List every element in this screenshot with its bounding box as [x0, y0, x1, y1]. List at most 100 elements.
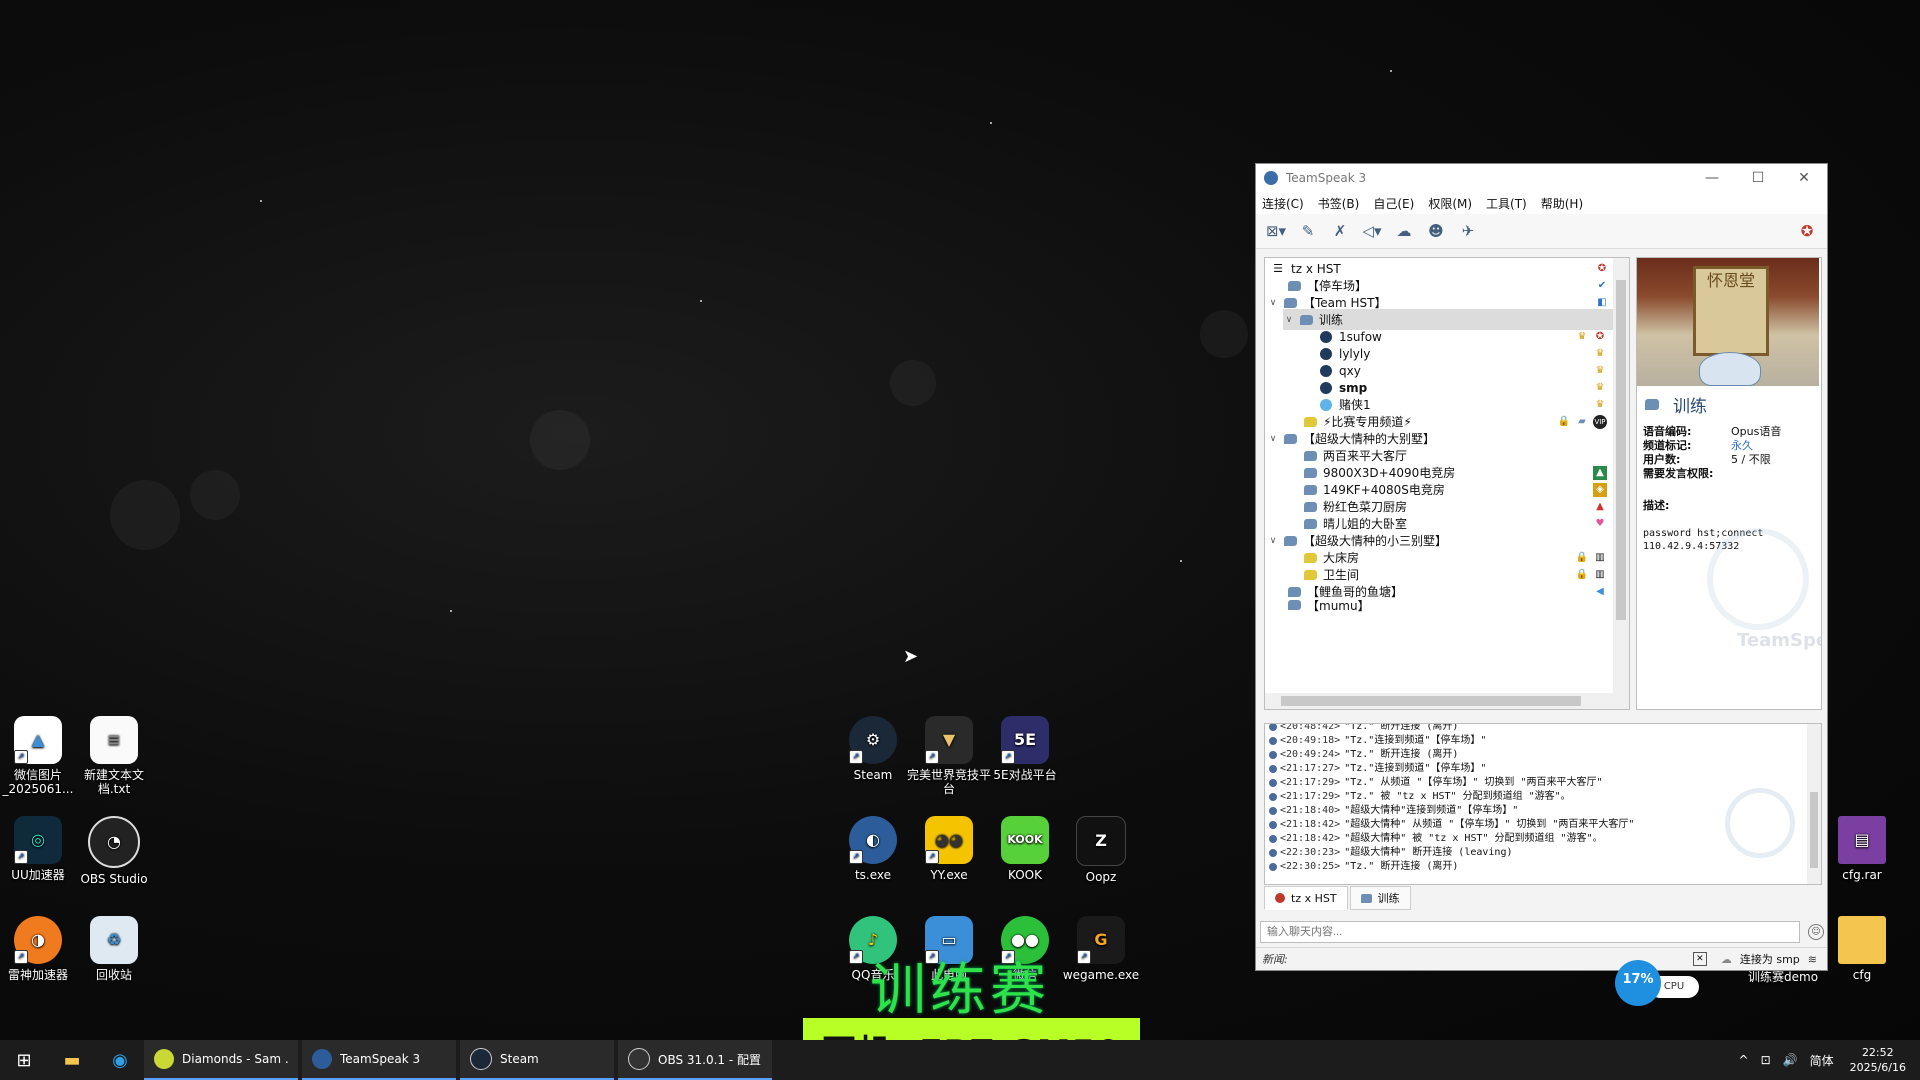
away-icon[interactable]: ☁ — [1392, 220, 1416, 242]
desktop-icon-label: 回收站 — [95, 968, 132, 982]
expand-arrow-icon[interactable]: ∨ — [1267, 298, 1279, 308]
scroll-thumb[interactable] — [1281, 696, 1581, 706]
teamspeak-watermark-icon — [1707, 528, 1809, 630]
edge-icon[interactable]: ◉ — [96, 1040, 144, 1080]
tab-server-chat[interactable]: tz x HST — [1264, 886, 1348, 910]
tree-row-channel[interactable]: 【mumu】 — [1283, 598, 1611, 612]
close-button[interactable]: ✕ — [1781, 170, 1827, 186]
channel-badge-icon: ▥ — [1595, 552, 1605, 563]
tab-channel-chat[interactable]: 训练 — [1349, 886, 1411, 910]
server-icon[interactable]: ✪ — [1795, 220, 1819, 242]
emoji-icon[interactable]: ☺ — [1808, 924, 1824, 940]
maximize-button[interactable]: ☐ — [1735, 170, 1781, 186]
network-icon[interactable]: ⊡ — [1761, 1053, 1771, 1067]
obs-icon — [628, 1048, 650, 1070]
prop-value: 5 / 不限 — [1731, 453, 1771, 466]
menu-bar: 连接(C) 书签(B) 自己(E) 权限(M) 工具(T) 帮助(H) — [1256, 192, 1827, 214]
title-bar[interactable]: TeamSpeak 3 — ☐ ✕ — [1256, 164, 1827, 192]
user-icon — [1319, 347, 1333, 360]
tray-overflow-chevron-icon[interactable]: ^ — [1739, 1053, 1749, 1067]
file-explorer-icon[interactable]: ▬ — [48, 1040, 96, 1080]
steam-icon: ⚙ ↗ — [849, 716, 897, 764]
menu-tools[interactable]: 工具(T) — [1486, 195, 1527, 212]
cloud-icon: ☁ — [1720, 952, 1732, 966]
crown-icon: ♛ — [1595, 399, 1605, 410]
connection-signal-icon[interactable]: ≋ — [1808, 953, 1817, 966]
expand-arrow-icon[interactable]: ∨ — [1267, 434, 1279, 444]
mute-speaker-icon[interactable]: ◁▾ — [1360, 220, 1384, 242]
contacts-icon[interactable]: ☻ — [1424, 220, 1448, 242]
vase-shape — [1699, 352, 1761, 386]
ime-indicator[interactable]: 简体 — [1810, 1052, 1834, 1069]
menu-help[interactable]: 帮助(H) — [1541, 195, 1583, 212]
rar-icon: ▤ — [1838, 816, 1886, 864]
taskbar-clock[interactable]: 22:52 2025/6/16 — [1850, 1045, 1906, 1075]
info-icon — [1269, 793, 1277, 801]
clock-time: 22:52 — [1861, 1046, 1894, 1059]
cpu-widget[interactable]: CPU 17% — [1615, 960, 1705, 1006]
bokeh — [530, 410, 590, 470]
folder-icon — [1838, 916, 1886, 964]
taskbar-app-teamspeak[interactable]: TeamSpeak 3 — [302, 1040, 456, 1080]
tree-label: smp — [1339, 380, 1368, 395]
desktop-icon-obs[interactable]: ◔ OBS Studio — [68, 816, 160, 886]
desktop-icon-label: wegame.exe — [1062, 968, 1140, 982]
info-icon — [1269, 807, 1277, 815]
desktop-icon-label: 雷神加速器 — [7, 968, 68, 982]
log-row: <21:17:27> "Tz."连接到频道"【停车场】" — [1265, 762, 1821, 776]
menu-self[interactable]: 自己(E) — [1373, 195, 1414, 212]
channel-icon — [1303, 467, 1317, 479]
cpu-percent: 17% — [1615, 960, 1661, 1006]
taskbar-app-music[interactable]: Diamonds - Sam ... — [144, 1040, 298, 1080]
window-title: TeamSpeak 3 — [1286, 171, 1367, 185]
channel-icon — [1303, 450, 1317, 462]
star — [450, 610, 452, 612]
expand-arrow-icon[interactable]: ∨ — [1283, 315, 1295, 325]
minimize-button[interactable]: — — [1689, 170, 1735, 186]
desktop-icon-label: cfg.rar — [1842, 868, 1882, 882]
menu-bookmarks[interactable]: 书签(B) — [1318, 195, 1360, 212]
menu-permissions[interactable]: 权限(M) — [1428, 195, 1472, 212]
taskbar-app-obs[interactable]: OBS 31.0.1 - 配置... — [618, 1040, 772, 1080]
volume-icon[interactable]: 🔊 — [1783, 1053, 1798, 1067]
scroll-thumb[interactable] — [1616, 280, 1626, 620]
desktop-icon-label: Oopz — [1085, 870, 1117, 884]
disconnect-icon[interactable]: ✎ — [1296, 220, 1320, 242]
connect-icon[interactable]: ⊠▾ — [1264, 220, 1288, 242]
log-scrollbar[interactable] — [1807, 724, 1821, 884]
yy-icon: ◕◕ ↗ — [925, 816, 973, 864]
news-label: 新闻: — [1262, 953, 1288, 966]
desktop-icon-cfg-rar[interactable]: ▤ cfg.rar — [1816, 816, 1908, 882]
menu-connections[interactable]: 连接(C) — [1262, 195, 1304, 212]
mute-microphone-icon[interactable]: ✗ — [1328, 220, 1352, 242]
subscribe-icon[interactable]: ✈ — [1456, 220, 1480, 242]
desktop-icon-oopz[interactable]: Z Oopz — [1055, 816, 1147, 884]
chat-input[interactable] — [1260, 921, 1800, 943]
channel-icon — [1303, 501, 1317, 513]
channel-info-panel: 怀恩堂 训练 语音编码: Opus语音 频道标记: 永久 用户数: 5 / 不限 需要… — [1636, 257, 1822, 710]
channel-icon — [1283, 433, 1297, 445]
crown-icon: ♛ — [1577, 331, 1587, 342]
channel-badge-icon: ◈ — [1593, 482, 1607, 497]
scroll-thumb[interactable] — [1810, 792, 1818, 868]
tree-vertical-scrollbar[interactable] — [1613, 258, 1629, 709]
desktop-icon-recycle-bin[interactable]: ♻ 回收站 — [68, 916, 160, 982]
start-icon[interactable]: ⊞ — [0, 1040, 48, 1080]
desktop-icon-label: ts.exe — [854, 868, 892, 882]
tree-horizontal-scrollbar[interactable] — [1265, 693, 1613, 709]
desktop-icon-text-file[interactable]: ≡ 新建文本文档.txt — [68, 716, 160, 796]
log-text: "Tz." 断开连接 (离开) — [1344, 749, 1459, 760]
info-icon — [1269, 863, 1277, 871]
log-time: <21:18:42> — [1280, 833, 1341, 844]
desktop-icon-cfg-folder[interactable]: cfg — [1816, 916, 1908, 982]
desktop-icon-5e[interactable]: 5E ↗ 5E对战平台 — [979, 716, 1071, 782]
teamspeak-icon: ◐ ↗ — [849, 816, 897, 864]
taskbar-app-steam[interactable]: Steam — [460, 1040, 614, 1080]
info-icon — [1269, 835, 1277, 843]
desktop-icon-wegame[interactable]: G ↗ wegame.exe — [1055, 916, 1147, 982]
perfectworld-icon: ▼ ↗ — [925, 716, 973, 764]
log-time: <21:18:42> — [1280, 819, 1341, 830]
teamspeak-watermark-text: TeamSpeak — [1737, 630, 1821, 651]
uu-icon: ◎ ↗ — [14, 816, 62, 864]
expand-arrow-icon[interactable]: ∨ — [1267, 536, 1279, 546]
